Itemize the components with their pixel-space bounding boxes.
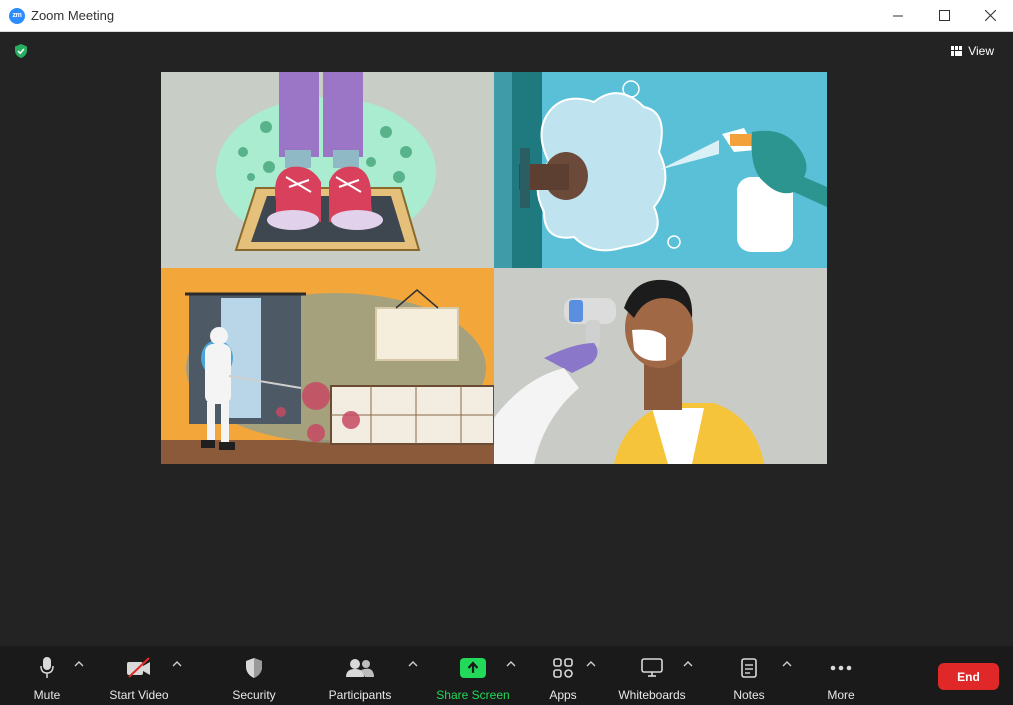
- end-meeting-button[interactable]: End: [938, 663, 999, 690]
- microphone-icon: [40, 657, 54, 678]
- mute-button[interactable]: Mute: [27, 646, 67, 705]
- shoes-on-mat-illustration: [161, 72, 494, 268]
- participants-options-chevron-up-icon[interactable]: [408, 660, 418, 668]
- title-bar: zm Zoom Meeting: [0, 0, 1013, 32]
- notes-options-chevron-up-icon[interactable]: [782, 660, 792, 668]
- window-controls: [875, 0, 1013, 31]
- notes-button[interactable]: Notes: [729, 646, 769, 705]
- whiteboard-icon: [641, 658, 663, 677]
- view-button[interactable]: View: [951, 44, 994, 58]
- participants-button[interactable]: Participants: [325, 646, 395, 705]
- participant-tile-2[interactable]: [494, 72, 827, 268]
- apps-icon: [553, 658, 573, 678]
- video-options-chevron-up-icon[interactable]: [172, 660, 182, 668]
- window-title: Zoom Meeting: [31, 8, 115, 23]
- meeting-toolbar: Mute Start Video Security Participants S…: [0, 646, 1013, 705]
- apps-label: Apps: [549, 688, 577, 702]
- video-gallery: [161, 72, 827, 464]
- whiteboards-button[interactable]: Whiteboards: [612, 646, 692, 705]
- more-label: More: [827, 688, 855, 702]
- share-screen-icon: [460, 658, 486, 678]
- video-off-icon: [127, 657, 150, 678]
- more-button[interactable]: More: [821, 646, 861, 705]
- mute-label: Mute: [33, 688, 61, 702]
- close-icon: [984, 10, 996, 21]
- minimize-button[interactable]: [875, 0, 921, 31]
- whiteboards-label: Whiteboards: [618, 688, 686, 702]
- room-disinfection-illustration: [161, 268, 494, 464]
- participants-icon: [346, 659, 374, 677]
- participant-tile-4[interactable]: [494, 268, 827, 464]
- security-label: Security: [232, 688, 276, 702]
- notes-icon: [741, 658, 757, 678]
- start-video-button[interactable]: Start Video: [104, 646, 174, 705]
- participant-tile-3[interactable]: [161, 268, 494, 464]
- share-options-chevron-up-icon[interactable]: [506, 660, 516, 668]
- apps-options-chevron-up-icon[interactable]: [586, 660, 596, 668]
- meeting-area: View: [0, 32, 1013, 646]
- notes-label: Notes: [733, 688, 765, 702]
- audio-options-chevron-up-icon[interactable]: [74, 660, 84, 668]
- security-shield-icon: [246, 658, 262, 678]
- maximize-button[interactable]: [921, 0, 967, 31]
- door-handle-spray-illustration: [494, 72, 827, 268]
- view-label: View: [968, 44, 994, 58]
- start-video-label: Start Video: [109, 688, 169, 702]
- security-button[interactable]: Security: [224, 646, 284, 705]
- encryption-shield-icon[interactable]: [13, 43, 29, 59]
- temperature-check-illustration: [494, 268, 827, 464]
- zoom-logo-icon: zm: [9, 7, 25, 24]
- participant-tile-1[interactable]: [161, 72, 494, 268]
- share-screen-label: Share Screen: [436, 688, 510, 702]
- gallery-view-icon: [951, 46, 963, 56]
- share-screen-button[interactable]: Share Screen: [433, 646, 513, 705]
- maximize-icon: [938, 10, 950, 21]
- more-dots-icon: [830, 665, 852, 671]
- apps-button[interactable]: Apps: [543, 646, 583, 705]
- whiteboards-options-chevron-up-icon[interactable]: [683, 660, 693, 668]
- participants-label: Participants: [328, 688, 392, 702]
- close-button[interactable]: [967, 0, 1013, 31]
- minimize-icon: [893, 15, 903, 16]
